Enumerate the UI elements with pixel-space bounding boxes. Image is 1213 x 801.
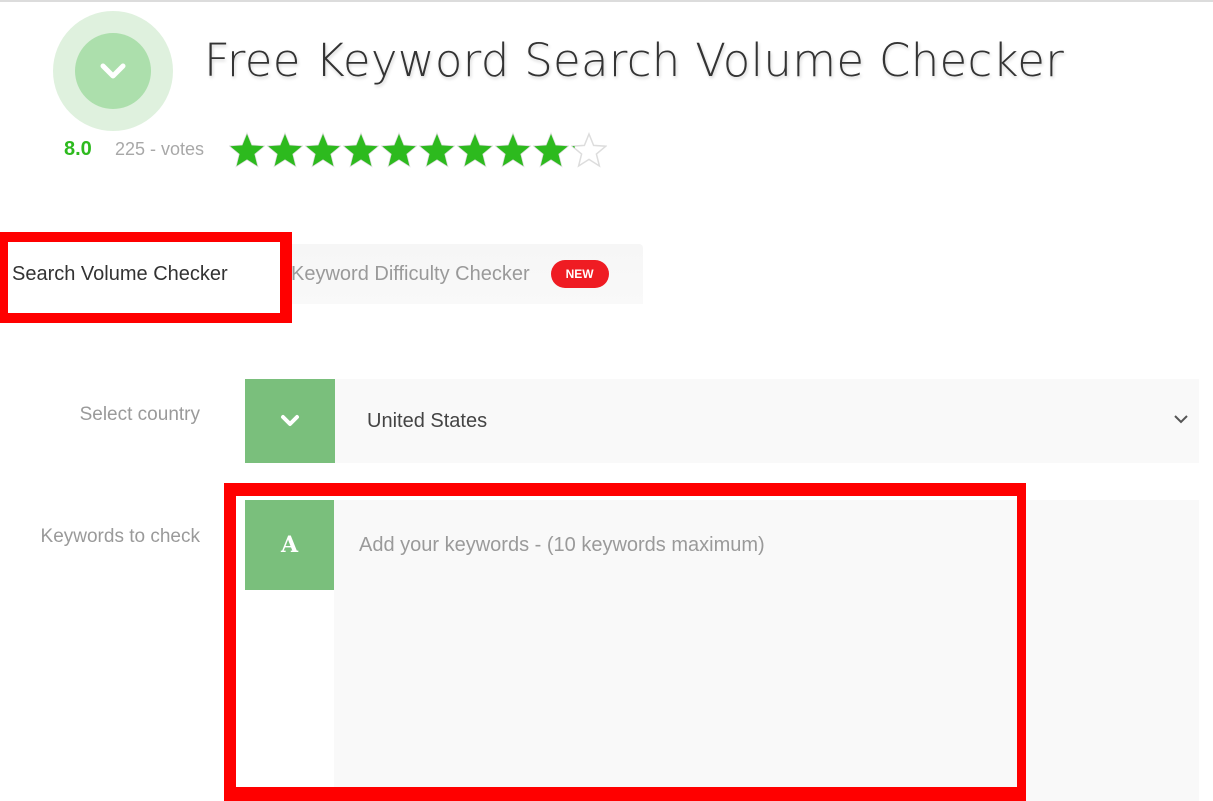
dropdown-caret-icon xyxy=(1174,415,1188,424)
star-filled-icon[interactable] xyxy=(495,131,531,169)
page-title: Free Keyword Search Volume Checker xyxy=(204,34,1065,87)
tab-label: Keyword Difficulty Checker xyxy=(291,262,530,285)
country-addon xyxy=(245,379,335,463)
chevron-down-icon xyxy=(281,415,299,426)
country-label: Select country xyxy=(79,404,200,425)
new-badge: NEW xyxy=(550,260,609,288)
chevron-down-icon xyxy=(100,63,126,79)
tab-keyword-difficulty-checker[interactable]: Keyword Difficulty Checker NEW xyxy=(291,244,609,304)
rating-votes: 225 - votes xyxy=(115,139,205,159)
font-letter-icon: A xyxy=(280,532,299,558)
star-filled-icon[interactable] xyxy=(381,131,417,169)
keywords-label: Keywords to check xyxy=(40,526,200,547)
keywords-addon: A xyxy=(245,500,334,590)
tab-label: Search Volume Checker xyxy=(12,262,228,285)
logo xyxy=(53,11,173,131)
star-filled-icon[interactable] xyxy=(305,131,341,169)
star-filled-icon[interactable] xyxy=(419,131,455,169)
tab-bar: Search Volume Checker Keyword Difficulty… xyxy=(0,244,643,304)
country-select[interactable]: United States xyxy=(335,379,1199,463)
star-filled-icon[interactable] xyxy=(457,131,493,169)
star-filled-icon[interactable] xyxy=(229,131,265,169)
star-filled-icon[interactable] xyxy=(267,131,303,169)
star-rating[interactable] xyxy=(229,131,607,169)
rating-score: 8.0 xyxy=(64,138,92,160)
star-filled-icon[interactable] xyxy=(533,131,569,169)
country-selected-value: United States xyxy=(367,409,488,432)
star-partial-icon[interactable] xyxy=(571,131,607,169)
keywords-input[interactable] xyxy=(334,500,1199,801)
logo-inner-circle xyxy=(75,33,151,109)
top-divider xyxy=(0,0,1213,2)
star-filled-icon[interactable] xyxy=(343,131,379,169)
tab-search-volume-checker[interactable]: Search Volume Checker xyxy=(0,244,280,304)
